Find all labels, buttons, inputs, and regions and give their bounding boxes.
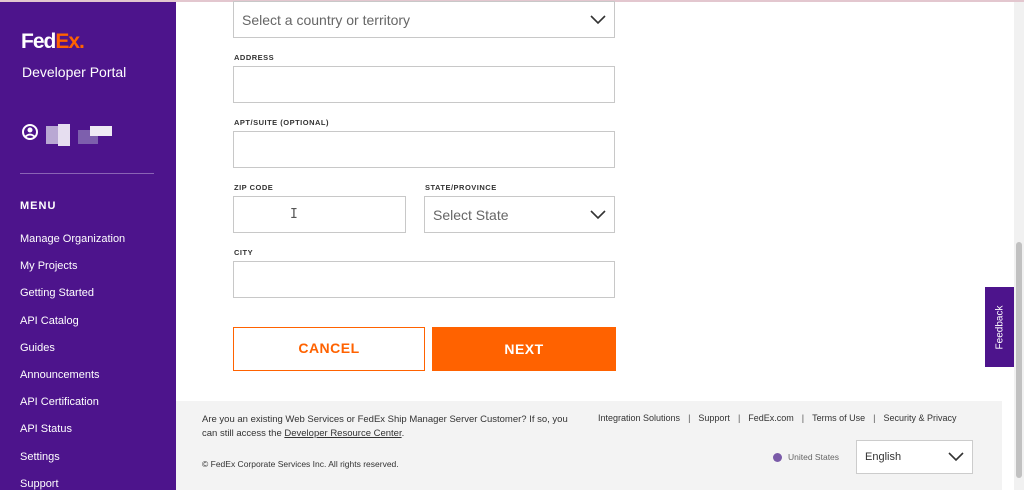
redacted-username-2: [58, 124, 70, 146]
chevron-down-icon: [590, 14, 606, 24]
footer-link-separator: |: [873, 413, 876, 423]
sidebar-item-my-projects[interactable]: My Projects: [20, 258, 125, 285]
feedback-tab[interactable]: Feedback: [985, 287, 1014, 367]
sidebar-item-announcements[interactable]: Announcements: [20, 367, 125, 394]
city-input[interactable]: [233, 261, 615, 298]
sidebar-item-api-catalog[interactable]: API Catalog: [20, 313, 125, 340]
feedback-label: Feedback: [994, 305, 1006, 349]
state-province-label: STATE/PROVINCE: [425, 183, 497, 192]
developer-resource-center-link[interactable]: Developer Resource Center: [284, 428, 401, 439]
footer-customer-end: .: [401, 428, 405, 439]
footer: Are you an existing Web Services or FedE…: [176, 401, 1002, 490]
apt-suite-input[interactable]: [233, 131, 615, 168]
logo-dot: .: [79, 30, 85, 53]
sidebar: FedEx. Developer Portal MENU Manage Orga…: [0, 2, 176, 490]
chevron-down-icon: [590, 209, 606, 219]
menu-list: Manage Organization My Projects Getting …: [20, 231, 125, 490]
footer-link-integration-solutions[interactable]: Integration Solutions: [598, 413, 680, 423]
chevron-down-icon: [948, 452, 964, 462]
state-select[interactable]: Select State: [424, 196, 615, 233]
address-label: ADDRESS: [234, 53, 275, 62]
region-selector[interactable]: United States: [773, 452, 839, 462]
sidebar-divider: [20, 173, 154, 174]
portal-name: Developer Portal: [22, 64, 127, 80]
language-select[interactable]: English: [856, 440, 973, 474]
city-label: CITY: [234, 248, 254, 257]
language-value: English: [865, 451, 902, 463]
text-cursor-icon: I: [290, 207, 298, 222]
zip-code-label: ZIP CODE: [234, 183, 274, 192]
footer-link-separator: |: [737, 413, 741, 423]
cancel-button[interactable]: CANCEL: [233, 327, 425, 371]
next-button[interactable]: NEXT: [432, 327, 616, 371]
footer-link-separator: |: [801, 413, 805, 423]
globe-icon: [773, 452, 782, 462]
footer-link-fedex-com[interactable]: FedEx.com: [748, 413, 794, 423]
country-select-placeholder: Select a country or territory: [242, 11, 411, 28]
footer-link-security-privacy[interactable]: Security & Privacy: [884, 413, 957, 423]
sidebar-item-guides[interactable]: Guides: [20, 340, 125, 367]
footer-links: Integration Solutions | Support | FedEx.…: [598, 413, 957, 423]
logo-fed: Fed: [21, 30, 56, 53]
menu-title: MENU: [20, 200, 57, 212]
user-profile[interactable]: [20, 122, 40, 142]
sidebar-item-settings[interactable]: Settings: [20, 449, 125, 476]
fedex-logo[interactable]: FedEx.: [21, 30, 85, 54]
sidebar-item-api-status[interactable]: API Status: [20, 421, 125, 448]
region-label: United States: [788, 452, 840, 462]
user-circle-icon: [22, 124, 38, 140]
sidebar-item-support[interactable]: Support: [20, 476, 125, 490]
logo-ex: Ex: [55, 30, 80, 53]
copyright: © FedEx Corporate Services Inc. All righ…: [202, 459, 399, 469]
footer-customer-text: Are you an existing Web Services or FedE…: [202, 413, 582, 441]
footer-link-terms-of-use[interactable]: Terms of Use: [812, 413, 865, 423]
footer-link-support[interactable]: Support: [698, 413, 730, 423]
sidebar-item-api-certification[interactable]: API Certification: [20, 394, 125, 421]
state-select-placeholder: Select State: [433, 206, 509, 223]
scrollbar-thumb[interactable]: [1016, 242, 1022, 478]
apt-suite-label: APT/SUITE (OPTIONAL): [234, 118, 329, 127]
zip-code-input[interactable]: [233, 196, 406, 233]
country-select[interactable]: Select a country or territory: [233, 1, 615, 38]
footer-link-separator: |: [688, 413, 691, 423]
sidebar-item-manage-organization[interactable]: Manage Organization: [20, 231, 125, 258]
sidebar-item-getting-started[interactable]: Getting Started: [20, 285, 125, 312]
redacted-username-4: [90, 126, 112, 136]
address-input[interactable]: [233, 66, 615, 103]
